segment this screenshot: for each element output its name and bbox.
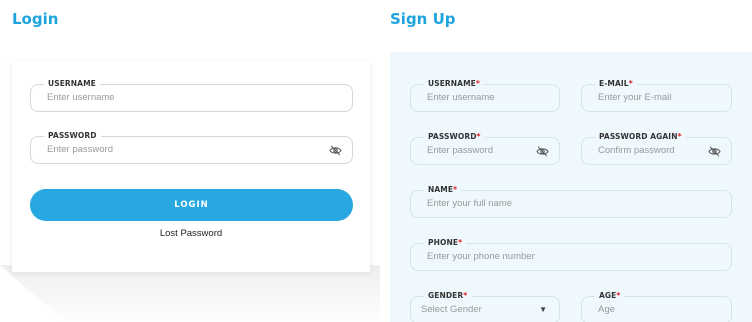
login-heading: Login [12,10,59,28]
eye-off-icon[interactable] [536,146,549,157]
signup-password-label: PASSWORD* [424,132,485,142]
signup-email-label: E-MAIL* [595,79,637,89]
login-password-field: PASSWORD [30,131,353,164]
login-card-shadow [0,265,380,322]
required-mark: * [458,238,463,247]
signup-password-again-label: PASSWORD AGAIN* [595,132,686,142]
required-mark: * [628,79,633,88]
login-password-input[interactable] [47,144,322,155]
eye-off-icon[interactable] [329,145,342,156]
signup-heading: Sign Up [390,10,456,28]
signup-password-field: PASSWORD* [410,132,560,165]
signup-name-label: NAME* [424,185,462,195]
signup-password-again-field: PASSWORD AGAIN* [581,132,732,165]
signup-password-again-input[interactable] [598,145,701,156]
signup-password-input[interactable] [427,145,529,156]
required-mark: * [616,291,621,300]
signup-form: USERNAME* E-MAIL* PASSWORD* PASSWORD AGA… [390,52,752,322]
signup-email-input[interactable] [598,92,701,103]
signup-name-input[interactable] [427,198,701,209]
signup-gender-value: Select Gender [421,304,482,315]
login-username-input[interactable] [47,92,322,103]
signup-phone-label: PHONE* [424,238,467,248]
required-mark: * [476,132,481,141]
eye-off-icon[interactable] [708,146,721,157]
signup-age-field: AGE* [581,291,732,322]
signup-username-input[interactable] [427,92,529,103]
signup-email-field: E-MAIL* [581,79,732,112]
login-password-label: PASSWORD [44,131,101,141]
required-mark: * [453,185,458,194]
login-username-field: USERNAME [30,79,353,112]
chevron-down-icon[interactable]: ▼ [539,305,547,314]
signup-age-input[interactable] [598,304,701,315]
login-form: USERNAME PASSWORD LOGIN Lost Password [12,62,370,272]
signup-gender-label: GENDER* [424,291,472,301]
signup-age-label: AGE* [595,291,625,301]
signup-phone-input[interactable] [427,251,701,262]
required-mark: * [475,79,480,88]
signup-gender-select[interactable]: GENDER* Select Gender ▼ [410,291,560,322]
signup-name-field: NAME* [410,185,732,218]
signup-username-label: USERNAME* [424,79,484,89]
login-username-label: USERNAME [44,79,100,89]
login-button[interactable]: LOGIN [30,189,353,221]
signup-username-field: USERNAME* [410,79,560,112]
required-mark: * [677,132,682,141]
signup-phone-field: PHONE* [410,238,732,271]
lost-password-link[interactable]: Lost Password [12,228,370,239]
required-mark: * [463,291,468,300]
